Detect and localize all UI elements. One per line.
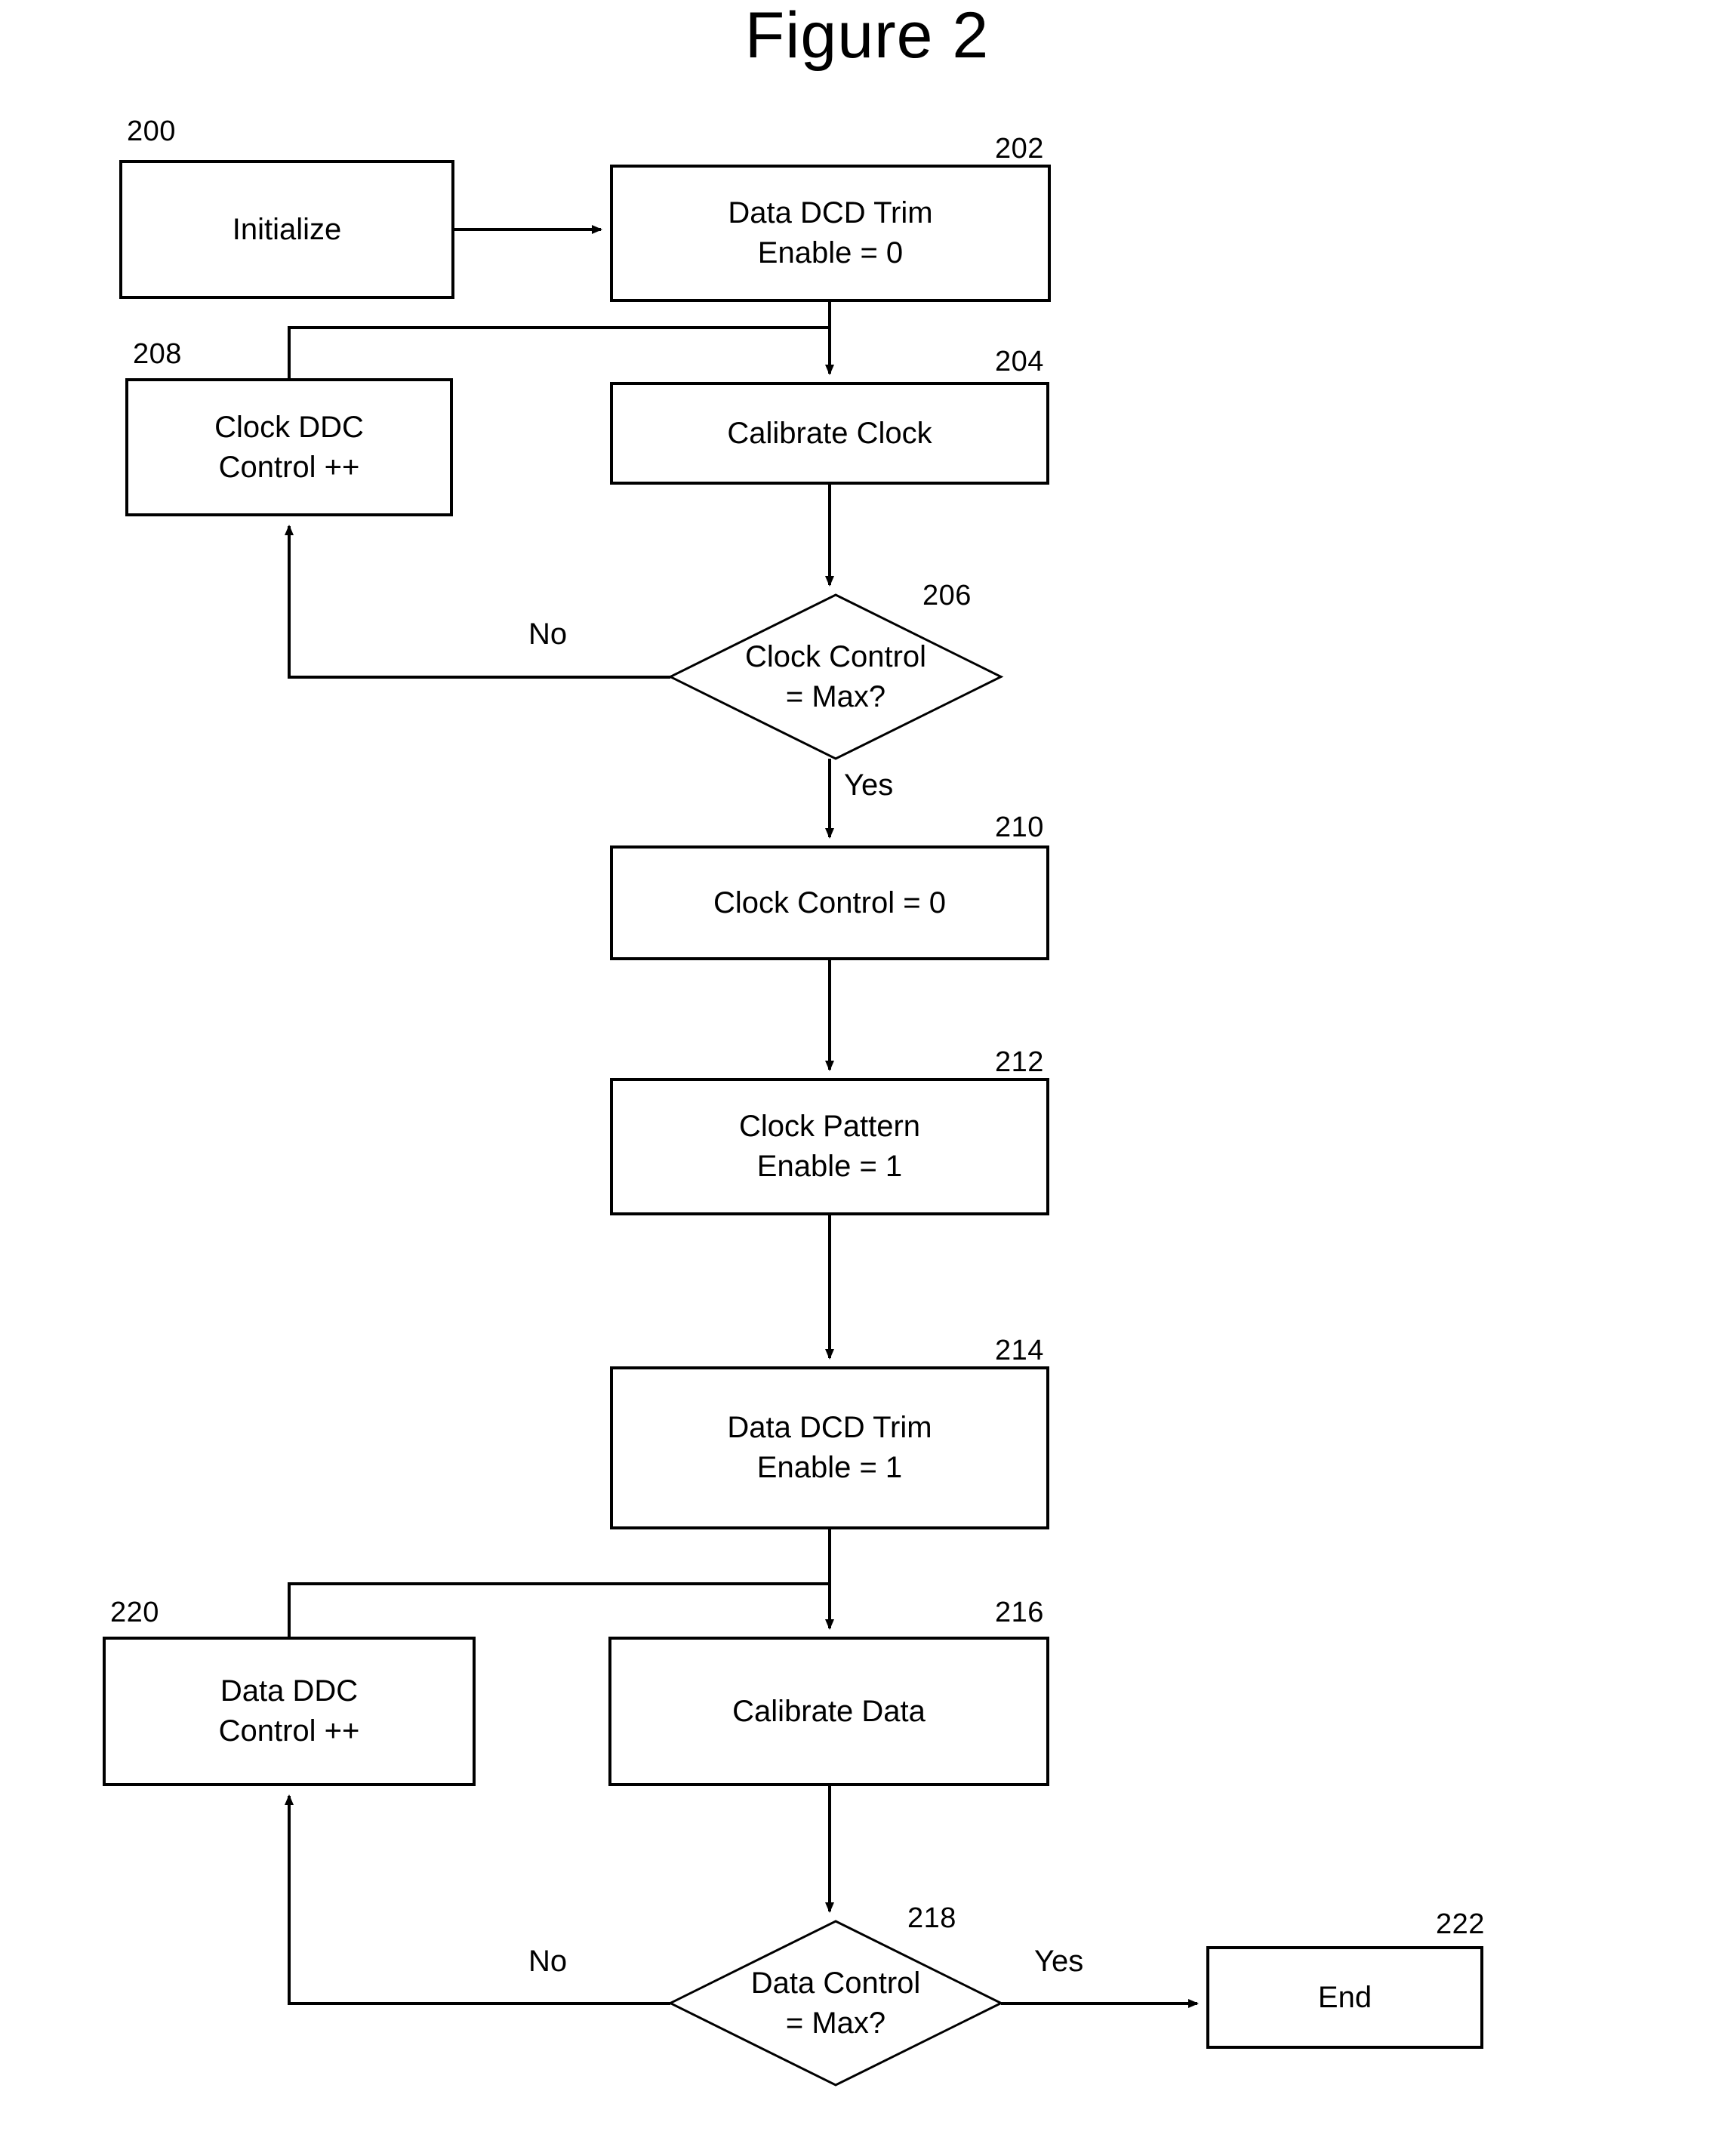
connector-206-no-to-208 [285, 525, 670, 679]
node-218-decision-shape [667, 1920, 1004, 2087]
reference-numeral-220: 220 [110, 1597, 159, 1628]
reference-numeral-206: 206 [922, 580, 972, 611]
node-208-process-shape [125, 378, 453, 516]
node-212-process-shape [610, 1078, 1049, 1215]
reference-numeral-218: 218 [907, 1902, 956, 1934]
node-214-process-shape [610, 1366, 1049, 1529]
figure-page: Figure 2 Initialize Data DCD Trim Enable… [0, 0, 1734, 2156]
connector-218-no-to-220 [285, 1794, 670, 2005]
node-216-process-shape [608, 1637, 1049, 1786]
reference-numeral-204: 204 [995, 346, 1044, 377]
reference-numeral-216: 216 [995, 1597, 1044, 1628]
node-210-process-shape [610, 845, 1049, 960]
flowchart-canvas [103, 160, 1483, 2087]
reference-numeral-208: 208 [133, 338, 182, 370]
connector-220-to-216-trunk [288, 1582, 830, 1638]
data-no-label: No [528, 1945, 568, 1978]
node-200-process-shape [119, 160, 454, 299]
node-204-process-shape [610, 382, 1049, 485]
reference-numeral-200: 200 [127, 116, 176, 147]
node-222-process-shape [1206, 1946, 1483, 2049]
node-202-process-shape [610, 165, 1051, 302]
reference-numeral-214: 214 [995, 1335, 1044, 1366]
reference-numeral-202: 202 [995, 133, 1044, 165]
clock-yes-label: Yes [844, 768, 894, 802]
clock-no-label: No [528, 618, 568, 651]
reference-numeral-212: 212 [995, 1046, 1044, 1078]
reference-numeral-210: 210 [995, 812, 1044, 843]
connector-208-to-204-trunk [288, 326, 830, 380]
reference-numeral-222: 222 [1436, 1908, 1485, 1940]
node-220-process-shape [103, 1637, 476, 1786]
data-yes-label: Yes [1034, 1945, 1084, 1978]
node-206-decision-shape [667, 593, 1004, 760]
